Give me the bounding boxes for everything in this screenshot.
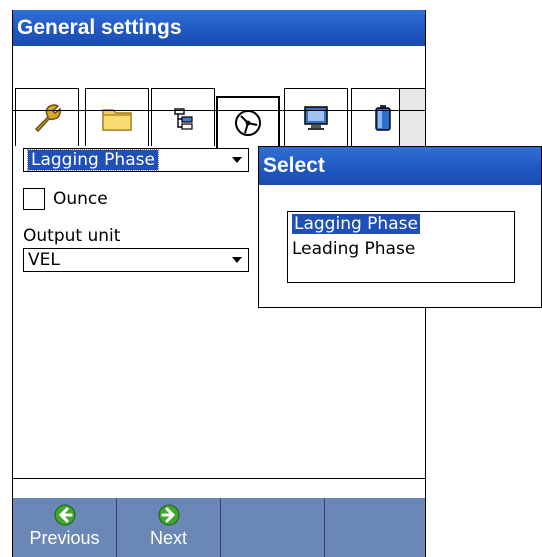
output-unit-value: VEL xyxy=(28,250,60,270)
chevron-down-icon xyxy=(232,157,242,163)
arrow-left-icon xyxy=(54,504,75,526)
phase-listbox: Lagging Phase Leading Phase xyxy=(287,211,515,283)
previous-label: Previous xyxy=(29,528,100,548)
output-unit-dropdown[interactable]: VEL xyxy=(23,248,249,272)
softkey-bar: Previous Next xyxy=(13,498,425,557)
softkey-empty-2[interactable] xyxy=(325,498,425,557)
select-popup: Select Lagging Phase Leading Phase xyxy=(258,146,542,308)
tab-strip xyxy=(13,46,425,148)
list-item-leading-phase[interactable]: Leading Phase xyxy=(288,237,514,262)
phase-dropdown[interactable]: Lagging Phase xyxy=(23,148,249,172)
previous-button[interactable]: Previous xyxy=(13,498,117,557)
phase-dropdown-value: Lagging Phase xyxy=(27,149,159,171)
arrow-right-icon xyxy=(158,504,179,526)
softkey-empty-1[interactable] xyxy=(221,498,325,557)
list-item-lagging-phase[interactable]: Lagging Phase xyxy=(288,212,514,237)
content-bottom-border xyxy=(12,478,426,479)
popup-title: Select xyxy=(259,147,541,185)
ounce-checkbox[interactable] xyxy=(23,188,45,210)
window-title: General settings xyxy=(13,10,425,46)
output-unit-label: Output unit xyxy=(23,226,121,246)
ounce-label: Ounce xyxy=(53,189,108,209)
next-button[interactable]: Next xyxy=(117,498,221,557)
chevron-down-icon xyxy=(232,257,242,263)
next-label: Next xyxy=(149,528,187,548)
